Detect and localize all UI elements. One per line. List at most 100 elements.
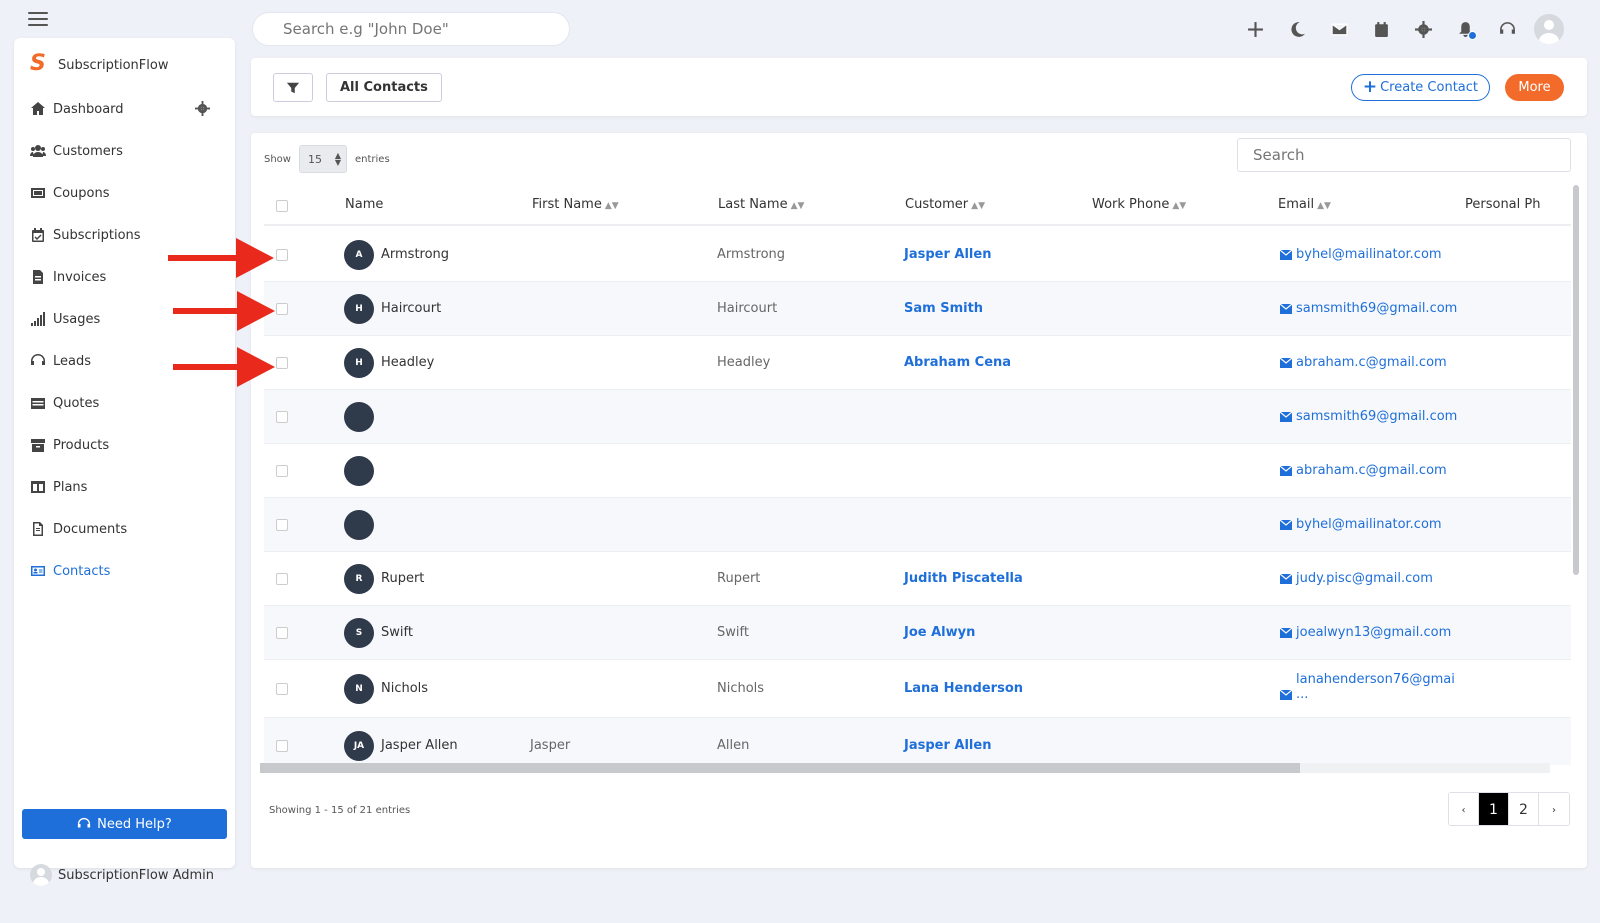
admin-profile[interactable]: SubscriptionFlow Admin (30, 864, 214, 886)
contact-name[interactable]: Jasper Allen (381, 738, 458, 753)
more-button[interactable]: More (1505, 74, 1564, 101)
row-checkbox[interactable] (276, 683, 288, 695)
table-search-input[interactable] (1237, 138, 1571, 172)
column-header-customer[interactable]: Customer ▲▼ (905, 197, 985, 212)
email-link[interactable]: byhel@mailinator.com (1280, 247, 1442, 262)
horizontal-scrollbar[interactable] (260, 763, 1300, 773)
column-header-first-name[interactable]: First Name ▲▼ (532, 197, 619, 212)
table-row[interactable]: samsmith69@gmail.com (264, 390, 1571, 444)
table-row[interactable]: H Headley Headley Abraham Cena abraham.c@gma… (264, 336, 1571, 390)
brand[interactable]: SubscriptionFlow (28, 51, 168, 76)
customer-link[interactable]: Joe Alwyn (904, 625, 975, 640)
contact-name[interactable]: Headley (381, 355, 434, 370)
hamburger-menu-icon[interactable] (28, 12, 48, 26)
plus-icon[interactable] (1234, 12, 1276, 46)
email-link[interactable]: samsmith69@gmail.com (1280, 301, 1457, 316)
table-header: Name First Name ▲▼ Last Name ▲▼ Customer ▲▼… (264, 185, 1571, 226)
archive-icon (29, 436, 47, 454)
row-checkbox[interactable] (276, 411, 288, 423)
moon-icon[interactable] (1276, 12, 1318, 46)
last-name-cell: Haircourt (717, 301, 778, 316)
contact-name[interactable]: Nichols (381, 681, 428, 696)
entries-select[interactable]: 15 ▲ ▼ (298, 145, 347, 173)
last-name-cell: Armstrong (717, 247, 786, 262)
contacts-table: Name First Name ▲▼ Last Name ▲▼ Customer ▲▼… (264, 185, 1571, 765)
columns-icon (29, 478, 47, 496)
last-name-cell: Swift (717, 625, 749, 640)
contact-name[interactable]: Rupert (381, 571, 424, 586)
customer-link[interactable]: Lana Henderson (904, 681, 1023, 696)
prev-page-button[interactable]: ‹ (1449, 793, 1479, 825)
sidebar-item-dashboard[interactable]: Dashboard (14, 88, 235, 130)
filter-button[interactable] (273, 73, 313, 102)
contact-name[interactable]: Armstrong (381, 247, 449, 262)
view-selector-button[interactable]: All Contacts (326, 73, 442, 102)
email-link[interactable]: byhel@mailinator.com (1280, 517, 1442, 532)
customer-link[interactable]: Abraham Cena (904, 355, 1011, 370)
avatar (30, 864, 52, 886)
customer-link[interactable]: Jasper Allen (904, 738, 991, 753)
email-link[interactable]: judy.pisc@gmail.com (1280, 571, 1433, 586)
row-checkbox[interactable] (276, 740, 288, 752)
contact-name[interactable]: Swift (381, 625, 413, 640)
user-avatar[interactable] (1534, 14, 1564, 44)
sidebar-item-documents[interactable]: Documents (14, 508, 235, 550)
sidebar-item-plans[interactable]: Plans (14, 466, 235, 508)
sidebar-item-quotes[interactable]: Quotes (14, 382, 235, 424)
column-header-personal-phone[interactable]: Personal Ph (1465, 197, 1540, 212)
email-link[interactable]: abraham.c@gmail.com (1280, 355, 1447, 370)
table-row[interactable]: N Nichols Nichols Lana Henderson lanahenders… (264, 660, 1571, 718)
sidebar-item-contacts[interactable]: Contacts (14, 550, 235, 592)
bell-icon[interactable] (1444, 12, 1486, 46)
gear-icon[interactable] (1402, 12, 1444, 46)
create-contact-button[interactable]: + Create Contact (1350, 74, 1490, 101)
row-checkbox[interactable] (276, 573, 288, 585)
table-row[interactable]: H Haircourt Haircourt Sam Smith samsmith69@g… (264, 282, 1571, 336)
table-row[interactable]: JA Jasper Allen Jasper Allen Jasper Allen (264, 718, 1571, 765)
page-1-button[interactable]: 1 (1479, 793, 1509, 825)
email-link[interactable]: joealwyn13@gmail.com (1280, 625, 1451, 640)
select-all-checkbox[interactable] (276, 200, 288, 212)
global-search-input[interactable] (252, 12, 570, 46)
column-header-work-phone[interactable]: Work Phone ▲▼ (1092, 197, 1186, 212)
sidebar-item-customers[interactable]: Customers (14, 130, 235, 172)
customer-link[interactable]: Jasper Allen (904, 247, 991, 262)
email-link[interactable]: samsmith69@gmail.com (1280, 409, 1457, 424)
mail-icon[interactable] (1318, 12, 1360, 46)
row-checkbox[interactable] (276, 249, 288, 261)
row-checkbox[interactable] (276, 303, 288, 315)
column-header-name[interactable]: Name (345, 197, 383, 212)
invoice-icon (29, 268, 47, 286)
avatar: H (344, 348, 374, 378)
table-row[interactable]: A Armstrong Armstrong Jasper Allen byhel@mai… (264, 228, 1571, 282)
topbar-actions (1234, 12, 1564, 46)
email-link[interactable]: lanahenderson76@gmai... (1280, 672, 1455, 702)
next-page-button[interactable]: › (1539, 793, 1569, 825)
page-2-button[interactable]: 2 (1509, 793, 1539, 825)
customer-link[interactable]: Judith Piscatella (904, 571, 1023, 586)
column-header-email[interactable]: Email ▲▼ (1278, 197, 1331, 212)
headset-icon[interactable] (1486, 12, 1528, 46)
column-header-last-name[interactable]: Last Name ▲▼ (718, 197, 804, 212)
sidebar: SubscriptionFlow Dashboard Customers Cou… (14, 38, 235, 886)
row-checkbox[interactable] (276, 519, 288, 531)
row-checkbox[interactable] (276, 627, 288, 639)
vertical-scrollbar[interactable] (1573, 185, 1579, 575)
contact-name[interactable]: Haircourt (381, 301, 441, 316)
table-row[interactable]: S Swift Swift Joe Alwyn joealwyn13@gmail.com (264, 606, 1571, 660)
table-row[interactable]: R Rupert Rupert Judith Piscatella judy.pisc@… (264, 552, 1571, 606)
notification-dot (1468, 31, 1477, 40)
row-checkbox[interactable] (276, 357, 288, 369)
dashboard-settings-gear-icon[interactable] (195, 101, 211, 117)
sidebar-item-coupons[interactable]: Coupons (14, 172, 235, 214)
document-icon (29, 520, 47, 538)
calendar-icon[interactable] (1360, 12, 1402, 46)
table-row[interactable]: abraham.c@gmail.com (264, 444, 1571, 498)
row-checkbox[interactable] (276, 465, 288, 477)
need-help-button[interactable]: Need Help? (22, 809, 227, 839)
customer-link[interactable]: Sam Smith (904, 301, 983, 316)
email-link[interactable]: abraham.c@gmail.com (1280, 463, 1447, 478)
sidebar-item-products[interactable]: Products (14, 424, 235, 466)
table-row[interactable]: byhel@mailinator.com (264, 498, 1571, 552)
sidebar-item-label: Invoices (53, 269, 107, 285)
